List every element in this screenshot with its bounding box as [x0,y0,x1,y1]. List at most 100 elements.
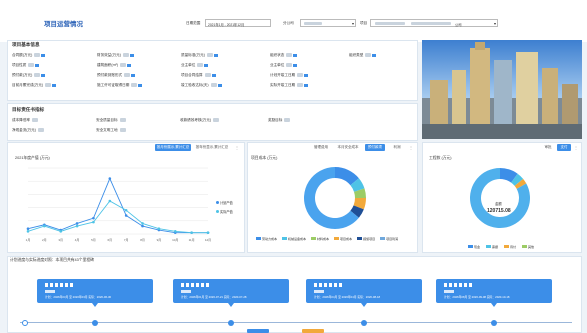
date-range-label: 日期范围 [186,21,201,25]
data-point [26,227,30,231]
x-tick-label: 4月 [75,238,80,242]
chart1-legend: 计划产值 实际产值 [216,200,233,214]
data-point [43,224,46,228]
resp-field-0-3: 奖励目标 [268,118,291,123]
chart1-title: 2021年度产值 (万元) [15,156,50,160]
data-point [190,231,193,234]
x-tick-label: 6月 [107,238,112,242]
data-point [75,224,79,228]
timeline-track [20,322,572,323]
project-photo [422,40,582,139]
milestone-card[interactable]: 计划：2026年08月 至 2026-09-08 实际：2020-10-18 [436,279,552,303]
resp-field-1-1: 安全文明工地 [96,128,126,133]
legend-item[interactable]: 措施项目 [357,237,375,241]
timeline-next-button[interactable] [302,329,324,333]
legend-item[interactable]: 票据 [486,245,498,249]
tab-yearly[interactable]: 按年份显示,累计汇总 [192,144,232,151]
chart3-title: 工程款 (万元) [429,156,452,160]
legend-item[interactable]: 机械设备成本 [282,237,306,241]
basic-info-panel [7,40,418,101]
data-point [124,214,128,217]
milestone-card[interactable]: 计划：2026年04月 至 2026年04月 实际：2020-08-18 [306,279,422,303]
data-point [157,227,161,231]
basic-field-2-2: 项目合同结算 [181,73,216,78]
resp-field-0-2: 收款绩效考核(万元) [180,118,220,123]
x-tick-label: 2月 [42,238,47,242]
card-pointer [361,303,367,307]
chevron-down-icon: ▾ [351,20,354,26]
x-tick-label: 8月 [140,238,145,242]
company-label: 分公司 [283,21,294,25]
timeline-dot[interactable] [361,319,367,326]
legend-item[interactable]: 其他 [522,245,534,249]
basic-info-title: 项目基本信息 [12,42,40,47]
timeline-dot[interactable] [92,319,98,326]
data-point [59,230,63,233]
x-tick-label: 12月 [205,238,211,242]
basic-field-2-1: 预付款到账形式 [97,73,136,78]
x-tick-label: 9月 [157,238,162,242]
data-point [108,177,112,180]
x-tick-label: 10月 [172,238,178,242]
resp-field-1-0: 净现金流(万元) [12,128,44,133]
tab-profit[interactable]: 利润 [390,144,404,151]
page-title: 项目运营情况 [44,21,83,28]
more-icon[interactable]: ⋮ [234,144,240,151]
legend-item[interactable]: 项目利润 [380,237,398,241]
basic-field-2-0: 预付款(万元) [12,73,46,78]
timeline-dot[interactable] [228,319,234,326]
card-pointer [92,303,98,307]
project-select[interactable]: 公司 ▾ [370,19,498,27]
more-icon[interactable]: ⋮ [408,144,414,151]
timeline-start-dot [22,319,28,326]
tab-mgmt-fee[interactable]: 管理费用 [310,144,332,151]
legend-item[interactable]: 项目成本 [334,237,352,241]
basic-field-1-1: 建筑面积(m²) [97,63,131,68]
data-point [26,230,30,233]
legend-item[interactable]: 待付 [504,245,516,249]
payment-donut-chart [470,168,530,228]
payment-center-label: 金额 [495,202,502,206]
project-label: 项目 [360,21,368,25]
line-chart: 1月 2月 3月 4月 5月 6月 7月 8月 9月 10月 11月 12月 [26,167,211,242]
legend-item[interactable]: 现金 [468,245,480,249]
milestone-card[interactable]: 计划：2026年03月 至 2020年03月 实际：2020-06-30 [37,279,153,303]
more-icon[interactable]: ⋮ [573,144,579,151]
data-point [124,208,128,212]
milestone-card[interactable]: 计划：2026年01月 至 2026-07-21 实际：2020-07-28 [173,279,289,303]
legend-item[interactable]: 劳动力成本 [256,237,277,241]
tab-approve[interactable]: 审批 [541,144,555,151]
basic-field-0-2: 质量标准(万元) [181,53,218,58]
tab-safety-cost[interactable]: 本月安全成本 [334,144,362,151]
chart2-title: 项目成本 (万元) [251,156,278,160]
cost-center-value: 14468.38 [319,200,340,206]
responsibility-title: 目标责任书指标 [12,107,45,112]
data-point [141,224,144,228]
date-range-input[interactable]: 2021年1月 - 2021年12月 [205,19,271,27]
basic-field-2-3: 计划开竣工日期 [270,73,309,78]
card-pointer [491,303,497,307]
timeline-prev-button[interactable] [247,329,269,333]
cost-center-label: 项目成本 [322,194,336,198]
plan-title: 计划进度与实际进度对照：本项目共有43个里程碑 [10,258,94,262]
basic-field-0-4: 组织类型 [349,53,377,58]
basic-field-0-3: 组织状态 [270,53,298,58]
chevron-down-icon: ▾ [493,20,496,26]
basic-field-3-3: 实际开竣工日期 [270,83,309,88]
data-point [108,199,112,203]
tab-pay[interactable]: 支付 [557,144,571,151]
x-tick-label: 1月 [26,238,31,242]
tab-monthly[interactable]: 按月份展示,累计汇总 [155,144,191,151]
card-pointer [228,303,234,307]
resp-field-0-0: 成本降低率 [12,118,38,123]
basic-field-3-2: 竣工验收达标(天) [181,83,222,88]
tab-prepay[interactable]: 预付款项 [365,144,385,151]
legend-item[interactable]: 材料成本 [311,237,329,241]
chart3-legend: 现金 票据 待付 其他 [468,244,558,249]
timeline-dot[interactable] [491,319,497,326]
x-tick-label: 11月 [189,238,195,242]
company-select[interactable]: ▾ [300,19,356,27]
basic-field-0-0: 合同额(万元) [12,53,46,58]
data-point [206,231,210,234]
basic-field-1-3: 业主单位 [270,63,298,68]
